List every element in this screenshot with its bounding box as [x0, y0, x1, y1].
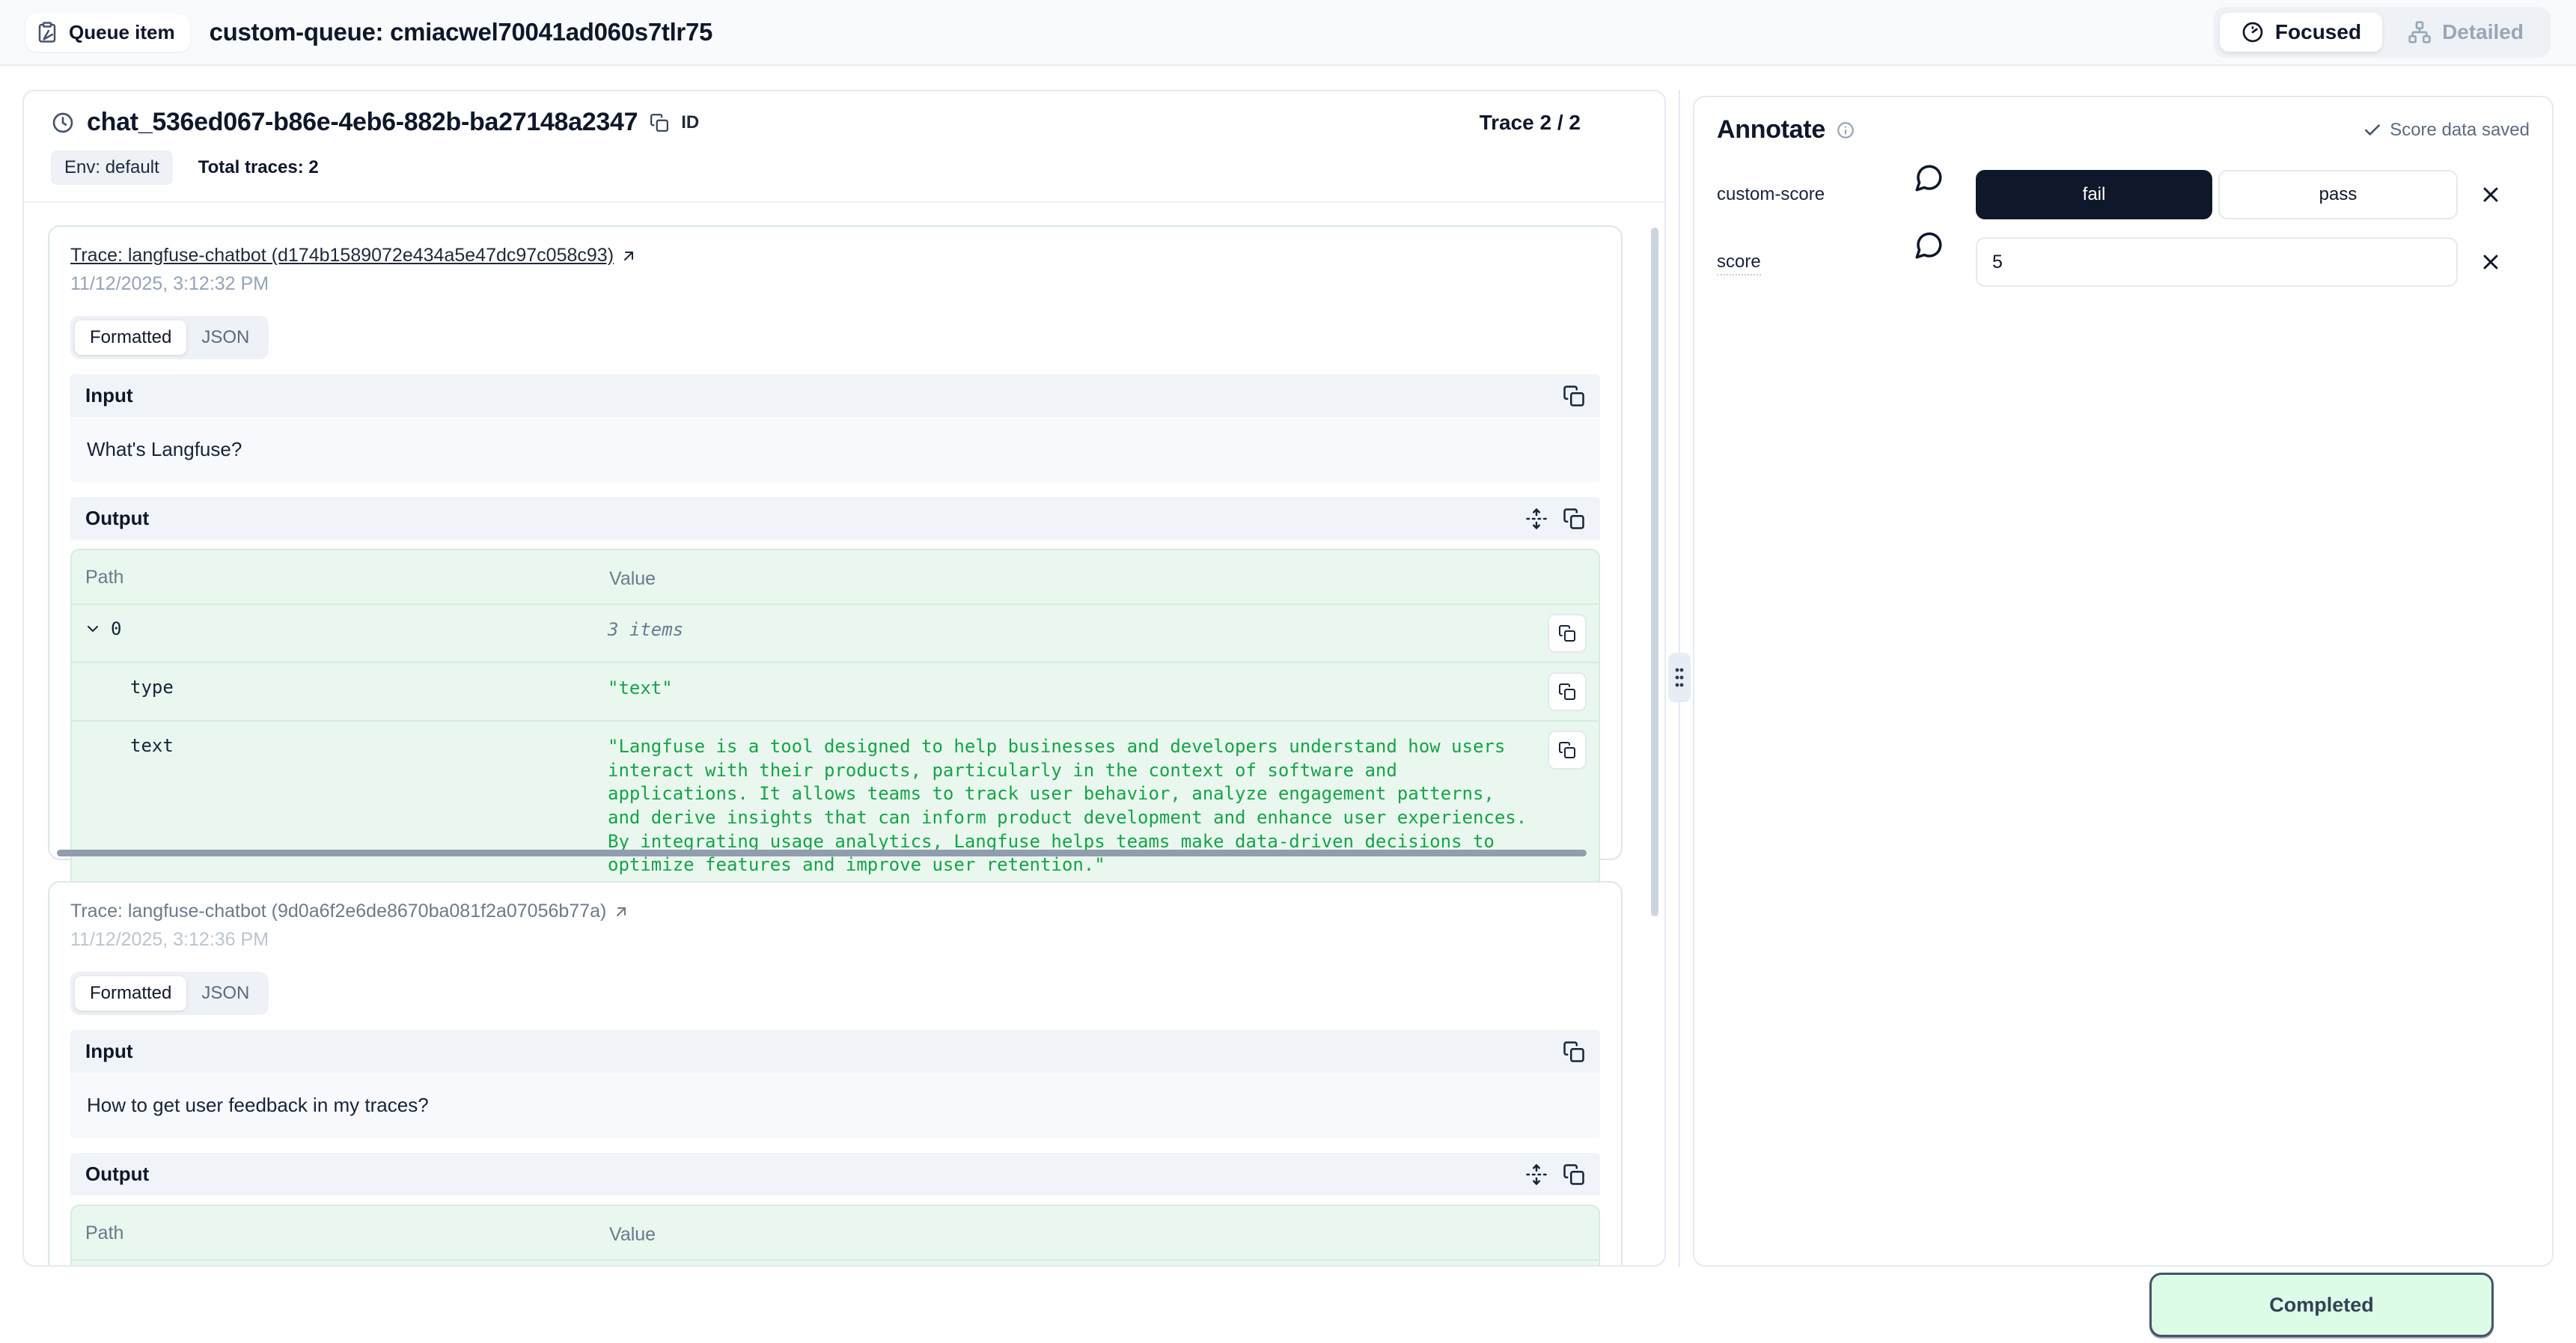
annotate-title: Annotate — [1717, 115, 1825, 144]
queue-item-main-panel: chat_536ed067-b86e-4eb6-882b-ba27148a234… — [22, 90, 1666, 1267]
col-path-2: Path — [85, 1218, 609, 1244]
score-option-pass[interactable]: pass — [2218, 170, 2458, 219]
id-label: ID — [681, 112, 699, 133]
score-label-custom-score: custom-score — [1717, 184, 1913, 205]
horizontal-scrollbar-thumb[interactable] — [57, 850, 1587, 856]
input-section-header-2: Input — [70, 1030, 1600, 1073]
json-row-type-path: type — [130, 677, 174, 698]
gauge-icon — [2241, 20, 2265, 44]
comment-bubble-icon[interactable] — [1913, 230, 1944, 261]
json-table-header-1: Path Value — [72, 550, 1599, 603]
clipboard-pen-icon — [36, 21, 58, 43]
trace-timestamp-1: 11/12/2025, 3:12:32 PM — [70, 273, 1600, 295]
view-mode-toggle: Focused Detailed — [2214, 7, 2551, 58]
trace-link-1[interactable]: Trace: langfuse-chatbot (d174b1589072e43… — [70, 245, 638, 267]
score-option-fail[interactable]: fail — [1976, 170, 2212, 219]
completed-button-label: Completed — [2269, 1294, 2374, 1317]
trace-counter: Trace 2 / 2 — [1480, 111, 1581, 135]
arrow-up-right-icon — [620, 247, 638, 265]
score-value-input[interactable] — [1976, 237, 2458, 287]
trace-link-2-label: Trace: langfuse-chatbot (9d0a6f2e6de8670… — [70, 901, 606, 922]
chevron-down-icon[interactable] — [84, 620, 102, 638]
arrow-up-right-icon — [612, 903, 630, 921]
input-content-2: How to get user feedback in my traces? — [70, 1073, 1600, 1138]
copy-row-icon[interactable] — [1548, 672, 1587, 711]
json-row-0-value: 3 items — [608, 614, 1536, 642]
col-value-1: Value — [609, 562, 1585, 591]
json-row-type-value: "text" — [608, 672, 1536, 701]
item-title: chat_536ed067-b86e-4eb6-882b-ba27148a234… — [87, 108, 638, 137]
output-json-table-2: Path Value 0 3 items — [70, 1205, 1600, 1267]
item-header: chat_536ed067-b86e-4eb6-882b-ba27148a234… — [24, 91, 1664, 203]
copy-output-icon-1[interactable] — [1563, 508, 1585, 530]
save-status: Score data saved — [2363, 120, 2530, 141]
copy-input-icon-2[interactable] — [1563, 1041, 1585, 1063]
format-tabs-2: Formatted JSON — [70, 972, 269, 1015]
trace-card-1: Trace: langfuse-chatbot (d174b1589072e43… — [48, 225, 1623, 860]
score-label-score-text: score — [1717, 252, 1761, 275]
copy-row-icon[interactable] — [1548, 614, 1587, 653]
view-toggle-detailed-label: Detailed — [2442, 20, 2524, 44]
copy-id-icon[interactable] — [650, 113, 669, 133]
tab-json-1[interactable]: JSON — [186, 320, 264, 355]
check-icon — [2363, 121, 2382, 140]
json-row-0: 0 3 items — [72, 603, 1599, 662]
completed-button[interactable]: Completed — [2149, 1273, 2494, 1337]
json-row-2-0: 0 3 items — [72, 1259, 1599, 1267]
workflow-icon — [2408, 20, 2432, 44]
col-path-1: Path — [85, 562, 609, 588]
output-label-1: Output — [85, 507, 149, 530]
json-row-text: text "Langfuse is a tool designed to hel… — [72, 720, 1599, 886]
score-row-score: score — [1717, 237, 2530, 287]
input-section-header-1: Input — [70, 374, 1600, 417]
trace-card-2: Trace: langfuse-chatbot (9d0a6f2e6de8670… — [48, 881, 1623, 1267]
json-table-header-2: Path Value — [72, 1206, 1599, 1259]
trace-link-1-label: Trace: langfuse-chatbot (d174b1589072e43… — [70, 245, 614, 267]
view-toggle-detailed[interactable]: Detailed — [2387, 13, 2545, 52]
unfold-vertical-icon-1[interactable] — [1525, 508, 1548, 530]
view-toggle-focused[interactable]: Focused — [2220, 13, 2382, 52]
queue-item-screen: Queue item custom-queue: cmiacwel70041ad… — [0, 0, 2576, 1343]
input-label-2: Input — [85, 1040, 133, 1063]
copy-row-icon[interactable] — [1548, 731, 1587, 770]
trace-card-list: Trace: langfuse-chatbot (d174b1589072e43… — [24, 203, 1664, 1267]
comment-bubble-icon[interactable] — [1913, 162, 1944, 194]
clock-icon — [51, 111, 75, 135]
env-badge: Env: default — [51, 150, 173, 185]
score-label-score: score — [1717, 252, 1913, 272]
copy-output-icon-2[interactable] — [1563, 1163, 1585, 1186]
input-content-1: What's Langfuse? — [70, 417, 1600, 482]
tab-formatted-1[interactable]: Formatted — [75, 320, 186, 355]
remove-score-icon[interactable] — [2479, 183, 2503, 207]
annotate-panel: Annotate Score data saved custom-score — [1693, 96, 2554, 1267]
output-label-2: Output — [85, 1163, 149, 1186]
view-toggle-focused-label: Focused — [2275, 20, 2361, 44]
copy-input-icon-1[interactable] — [1563, 385, 1585, 407]
input-label-1: Input — [85, 384, 133, 407]
json-row-text-path: text — [130, 735, 174, 756]
info-circle-icon[interactable] — [1836, 121, 1855, 140]
top-bar: Queue item custom-queue: cmiacwel70041ad… — [0, 0, 2576, 66]
queue-item-badge-label: Queue item — [69, 21, 175, 44]
panel-resize-handle[interactable] — [1668, 653, 1691, 702]
format-tabs-1: Formatted JSON — [70, 316, 269, 359]
drag-dots-icon — [1673, 663, 1685, 692]
json-row-type: type "text" — [72, 662, 1599, 720]
trace-timestamp-2: 11/12/2025, 3:12:36 PM — [70, 929, 1600, 951]
queue-item-badge: Queue item — [25, 13, 190, 52]
output-section-header-1: Output — [70, 497, 1600, 540]
page-title: custom-queue: cmiacwel70041ad060s7tlr75 — [210, 18, 713, 46]
save-status-label: Score data saved — [2390, 120, 2530, 141]
json-row-0-path: 0 — [111, 618, 121, 639]
col-value-2: Value — [609, 1218, 1585, 1247]
vertical-scrollbar-thumb[interactable] — [1651, 228, 1658, 916]
tab-formatted-2[interactable]: Formatted — [75, 976, 186, 1011]
output-section-header-2: Output — [70, 1153, 1600, 1196]
tab-json-2[interactable]: JSON — [186, 976, 264, 1011]
trace-link-2[interactable]: Trace: langfuse-chatbot (9d0a6f2e6de8670… — [70, 901, 630, 922]
remove-score-icon[interactable] — [2479, 250, 2503, 274]
total-traces-label: Total traces: 2 — [198, 157, 319, 178]
score-row-custom-score: custom-score fail pass — [1717, 170, 2530, 219]
unfold-vertical-icon-2[interactable] — [1525, 1163, 1548, 1186]
